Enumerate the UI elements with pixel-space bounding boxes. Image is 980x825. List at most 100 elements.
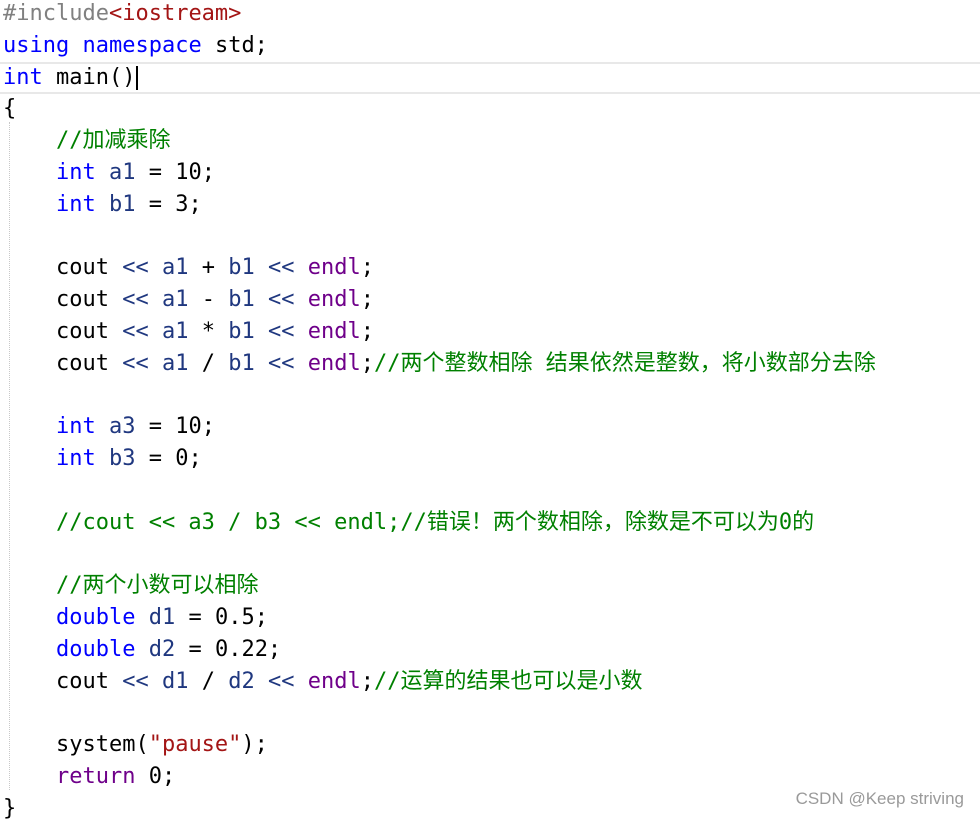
current-line-highlight: [0, 62, 980, 94]
code-token: "pause": [148, 732, 242, 758]
code-token: system(: [3, 732, 149, 758]
code-token: <<: [267, 350, 295, 376]
code-token: <<: [122, 350, 149, 376]
code-token: a1: [161, 287, 189, 313]
code-line[interactable]: cout << d1 / d2 << endl;//运算的结果也可以是小数: [3, 666, 642, 698]
code-token: 0;: [135, 764, 176, 790]
code-token: int: [55, 414, 96, 440]
code-token: namespace: [82, 32, 202, 58]
code-line[interactable]: int b3 = 0;: [3, 443, 202, 475]
code-token: b1: [228, 287, 255, 313]
code-token: = 0.22;: [175, 637, 282, 662]
code-line[interactable]: {: [3, 93, 16, 125]
code-token: int: [55, 446, 96, 472]
code-token: b1: [228, 350, 255, 376]
code-line[interactable]: return 0;: [3, 761, 175, 793]
code-token: cout: [3, 350, 123, 376]
code-line[interactable]: system("pause");: [3, 729, 268, 761]
code-token: ;: [360, 287, 374, 313]
code-line[interactable]: int a1 = 10;: [3, 157, 215, 189]
code-token: #include: [3, 1, 109, 26]
code-line[interactable]: int b1 = 3;: [3, 189, 202, 221]
code-line[interactable]: }: [3, 793, 16, 825]
code-token: double: [55, 637, 136, 662]
code-token: //加减乘除: [3, 128, 171, 154]
code-token: <<: [122, 319, 149, 344]
code-token: = 0;: [135, 446, 202, 472]
code-token: b3: [108, 446, 136, 472]
code-line[interactable]: //加减乘除: [3, 125, 171, 157]
code-line[interactable]: #include<iostream>: [3, 0, 241, 30]
code-line[interactable]: double d2 = 0.22;: [3, 634, 281, 666]
code-token: }: [3, 796, 17, 821]
code-line[interactable]: double d1 = 0.5;: [3, 602, 268, 634]
code-token: ;: [360, 350, 374, 376]
code-token: {: [3, 96, 17, 122]
code-line[interactable]: cout << a1 + b1 << endl;: [3, 252, 374, 284]
code-token: int: [55, 160, 96, 185]
text-caret: [136, 65, 139, 90]
code-token: );: [241, 732, 268, 758]
code-token: ;: [360, 668, 374, 694]
code-token: double: [55, 605, 136, 631]
code-token: a3: [108, 414, 136, 440]
code-token: +: [188, 255, 229, 281]
code-token: b1: [228, 319, 255, 344]
code-token: <<: [122, 668, 149, 694]
code-line[interactable]: cout << a1 * b1 << endl;: [3, 316, 374, 348]
code-token: endl: [307, 319, 361, 344]
code-token: d2: [148, 637, 176, 662]
code-line[interactable]: //两个小数可以相除: [3, 570, 259, 602]
code-line[interactable]: int main(): [3, 62, 139, 94]
code-token: endl: [307, 668, 361, 694]
code-token: //cout << a3 / b3 << endl;//错误！两个数相除，除数是…: [3, 509, 815, 535]
code-token: a1: [161, 319, 189, 344]
code-editor[interactable]: #include<iostream> using namespace std; in…: [0, 0, 980, 821]
code-token: b1: [228, 255, 255, 281]
code-token: /: [188, 350, 229, 376]
code-line[interactable]: cout << a1 - b1 << endl;: [3, 284, 374, 316]
code-line[interactable]: //cout << a3 / b3 << endl;//错误！两个数相除，除数是…: [3, 507, 814, 539]
code-token: d1: [148, 605, 176, 631]
code-token: <<: [267, 255, 295, 281]
code-token: endl: [307, 350, 361, 376]
code-token: <iostream>: [108, 1, 242, 26]
code-line[interactable]: int a3 = 10;: [3, 411, 215, 443]
code-token: d2: [228, 668, 255, 694]
code-token: = 0.5;: [175, 605, 268, 631]
code-token: <<: [122, 255, 149, 281]
code-token: cout: [3, 668, 123, 694]
code-line[interactable]: using namespace std;: [3, 30, 268, 62]
code-line[interactable]: cout << a1 / b1 << endl;//两个整数相除 结果依然是整数…: [3, 348, 876, 380]
code-token: *: [188, 319, 229, 344]
code-token: -: [188, 287, 229, 313]
code-token: a1: [161, 255, 189, 281]
code-token: <<: [122, 287, 149, 313]
code-token: main(): [42, 64, 136, 90]
code-token: using: [3, 32, 70, 58]
code-token: //运算的结果也可以是小数: [373, 668, 643, 694]
code-token: //两个整数相除 结果依然是整数，将小数部分去除: [373, 350, 876, 376]
code-token: <<: [267, 287, 295, 313]
